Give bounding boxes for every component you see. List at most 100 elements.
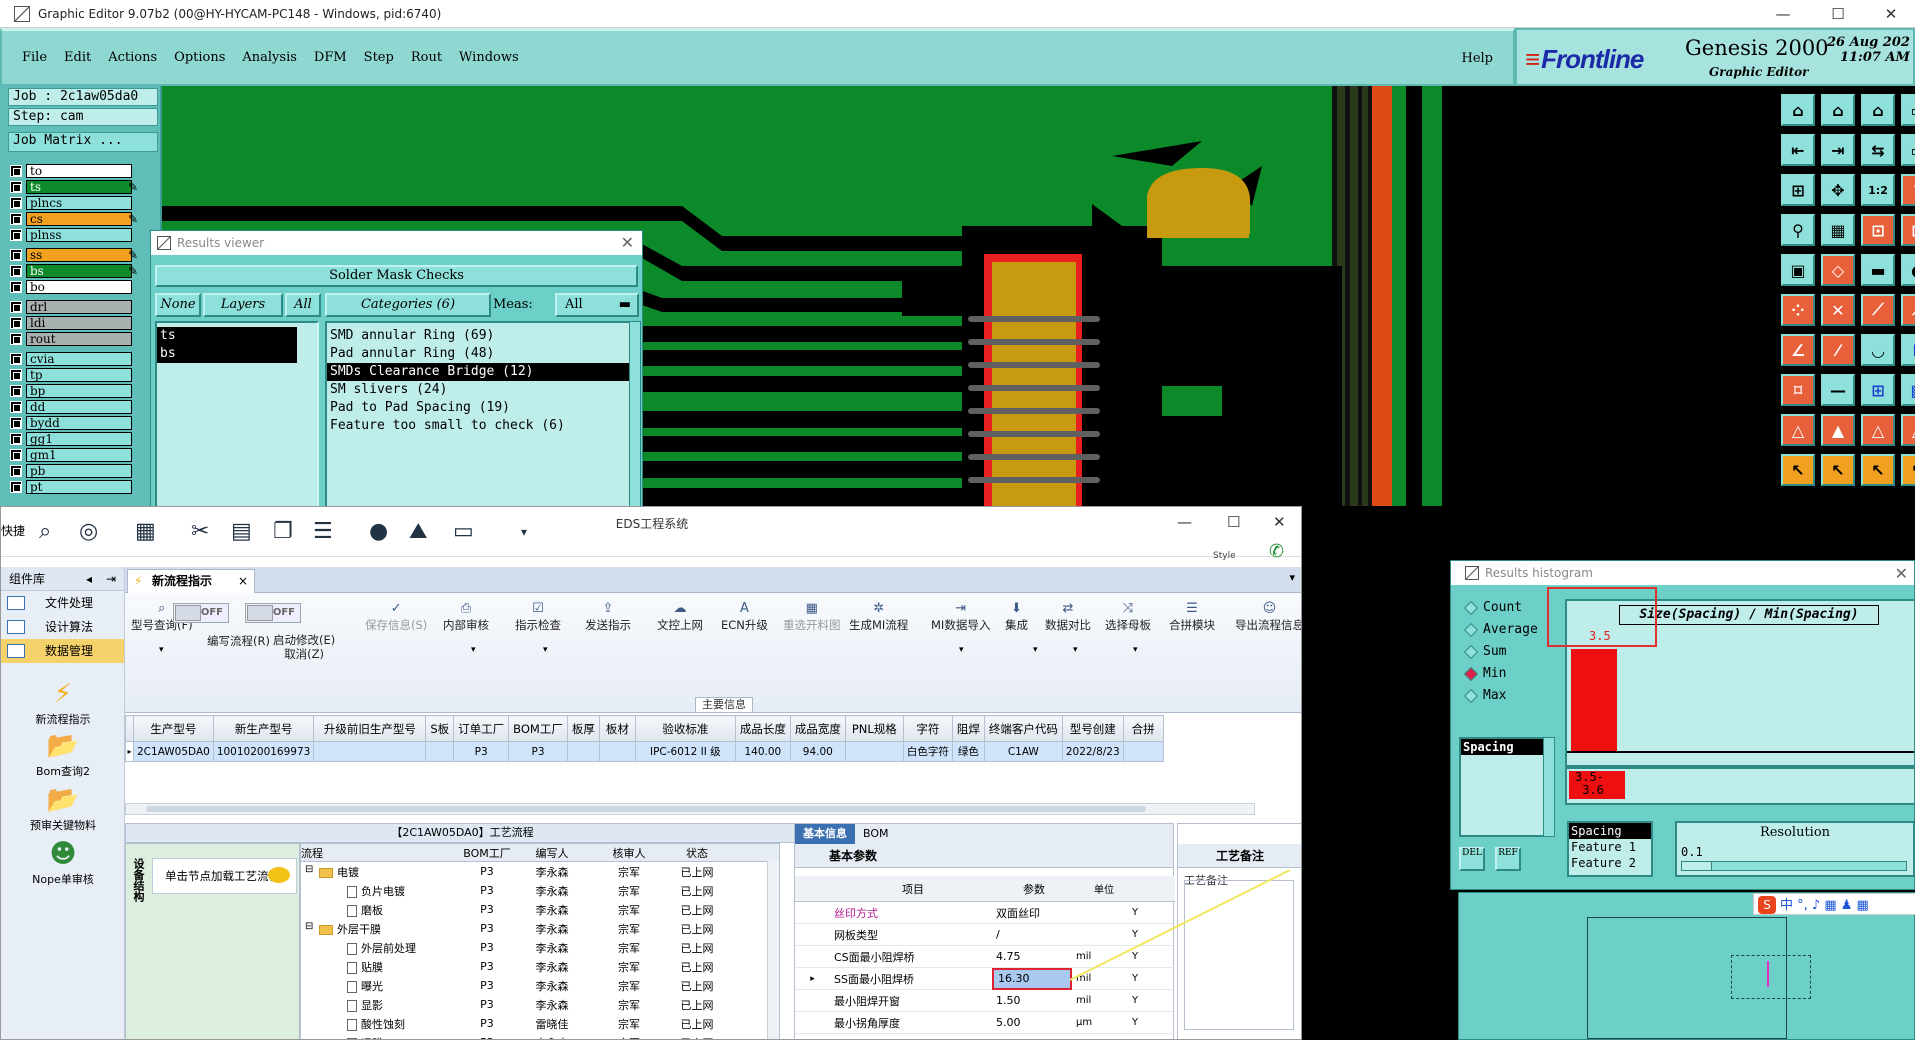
category-list[interactable]: SMD annular Ring (69) Pad annular Ring (4… xyxy=(325,321,635,521)
ribbon-button[interactable]: ⬇ 集成 xyxy=(1005,601,1028,633)
dot-icon[interactable]: ● xyxy=(1901,254,1915,286)
ribbon-button[interactable]: ⤨ 选择母板 xyxy=(1105,601,1151,633)
tab-close-icon[interactable]: × xyxy=(238,570,248,592)
fill-icon[interactable]: ▣ xyxy=(1781,254,1815,286)
dash-icon[interactable]: — xyxy=(1821,374,1855,406)
layer-item[interactable]: ss ✎ xyxy=(10,248,138,262)
slash-icon[interactable]: ⟋ xyxy=(1861,294,1895,326)
layer-name[interactable]: gg1 xyxy=(26,432,132,446)
menu-file[interactable]: File xyxy=(22,50,47,65)
layer-item[interactable]: bs ✎ xyxy=(10,264,138,278)
layer-name[interactable]: plncs xyxy=(26,196,132,210)
column-header[interactable]: BOM工厂 xyxy=(461,845,513,861)
house-icon[interactable]: ⌂ xyxy=(1861,94,1895,126)
measure-icon[interactable]: ⚲ xyxy=(1781,214,1815,246)
column-header[interactable]: 板厚 xyxy=(566,715,600,742)
move-icon[interactable]: ⌑ xyxy=(1781,374,1815,406)
ribbon-button[interactable]: ☑ 指示检查 xyxy=(515,601,561,633)
style-menu[interactable]: Style xyxy=(1213,551,1236,561)
layer-checkbox[interactable] xyxy=(10,249,22,261)
column-header[interactable]: 型号创建 xyxy=(1061,715,1124,742)
meas-dropdown[interactable]: All ▬ xyxy=(555,293,639,317)
minimize-button[interactable]: — xyxy=(1760,0,1806,28)
column-header[interactable]: 流程 xyxy=(301,845,461,861)
layer-name[interactable]: to xyxy=(26,164,132,178)
layer-checkbox[interactable] xyxy=(10,317,22,329)
layer-name[interactable]: drl xyxy=(26,300,132,314)
column-header[interactable]: 编写人 xyxy=(513,845,591,861)
stat-radio[interactable]: Average xyxy=(1465,621,1538,639)
ribbon-button[interactable]: ✓ 保存信息(S) xyxy=(365,601,427,633)
layer-item[interactable]: to xyxy=(10,164,132,178)
fit-right-icon[interactable]: ⇥ xyxy=(1821,134,1855,166)
ribbon-button[interactable]: ⇪ 发送指示 xyxy=(585,601,631,633)
table-row[interactable]: 最小拐角厚度 5.00 μm Y xyxy=(795,1012,1175,1034)
column-header[interactable]: 生产型号 xyxy=(133,715,214,742)
menu-step[interactable]: Step xyxy=(364,50,394,65)
snap-icon[interactable]: ⊡ xyxy=(1861,214,1895,246)
dropdown-icon[interactable]: ▾ xyxy=(543,645,548,655)
list-item[interactable]: bs xyxy=(157,345,297,363)
select3-icon[interactable]: ↖ xyxy=(1861,454,1895,486)
layers-button[interactable]: Layers xyxy=(203,293,283,317)
list-item[interactable]: Feature too small to check (6) xyxy=(327,417,633,435)
dropdown-icon[interactable]: ▾ xyxy=(1033,645,1038,655)
grid-scrollbar[interactable] xyxy=(125,803,1255,815)
column-header[interactable]: 订单工厂 xyxy=(453,715,510,742)
line-icon[interactable]: ▬ xyxy=(1861,254,1895,286)
layer-item[interactable]: cs ✎ xyxy=(10,212,138,226)
column-header[interactable]: 成品宽度 xyxy=(789,715,846,742)
window-icon[interactable]: ▭ xyxy=(1901,94,1915,126)
table-row[interactable]: 贴膜 P3 李永森 宗军 已上网 xyxy=(301,957,779,976)
eds-maximize-button[interactable]: ☐ xyxy=(1227,513,1240,531)
list-item[interactable]: SM slivers (24) xyxy=(327,381,633,399)
pattern-icon[interactable]: ▩ xyxy=(1901,374,1915,406)
job-matrix-button[interactable]: Job Matrix ... xyxy=(8,132,158,152)
layer-item[interactable]: pt xyxy=(10,480,132,494)
layer-checkbox[interactable] xyxy=(10,181,22,193)
column-header[interactable]: 新生产型号 xyxy=(212,715,315,742)
column-header[interactable]: PNL规格 xyxy=(844,715,904,742)
scale-icon[interactable]: 1:2 xyxy=(1861,174,1895,206)
menu-rout[interactable]: Rout xyxy=(411,50,442,65)
stat-radio[interactable]: Min xyxy=(1465,665,1506,683)
flow-hint[interactable]: 单击节点加载工艺流程 xyxy=(152,858,297,894)
layer-checkbox[interactable] xyxy=(10,301,22,313)
layer-result-list[interactable]: ts bs xyxy=(155,321,319,521)
close-icon[interactable]: ✕ xyxy=(1895,562,1908,586)
layer-checkbox[interactable] xyxy=(10,369,22,381)
list-item[interactable]: Pad annular Ring (48) xyxy=(327,345,633,363)
text-icon[interactable]: F xyxy=(1901,334,1915,366)
layer-checkbox[interactable] xyxy=(10,401,22,413)
menu-edit[interactable]: Edit xyxy=(64,50,91,65)
ribbon-button[interactable]: ⎙ 内部审核 xyxy=(443,601,489,633)
eds-minimize-button[interactable]: — xyxy=(1177,513,1192,531)
list-item[interactable]: Feature 1 xyxy=(1569,839,1651,855)
layer-checkbox[interactable] xyxy=(10,213,22,225)
preview-window[interactable] xyxy=(1731,955,1811,999)
eds-close-button[interactable]: ✕ xyxy=(1273,513,1286,531)
menu-windows[interactable]: Windows xyxy=(459,50,519,65)
layer-name[interactable]: tp xyxy=(26,368,132,382)
categories-button[interactable]: Categories (6) xyxy=(325,293,491,317)
dropdown-icon[interactable]: ▾ xyxy=(471,645,476,655)
column-header[interactable]: 状态 xyxy=(667,845,727,861)
layer-checkbox[interactable] xyxy=(10,165,22,177)
resolution-slider[interactable] xyxy=(1681,861,1907,871)
tab-bom[interactable]: BOM xyxy=(855,824,897,844)
column-header[interactable]: 合拼 xyxy=(1122,715,1164,742)
column-header[interactable]: 核审人 xyxy=(591,845,667,861)
layer-name[interactable]: gm1 xyxy=(26,448,132,462)
sidebar-prereview[interactable]: 📂 预审关键物料 xyxy=(1,785,125,833)
sidebar-nope-review[interactable]: ☻ Nope单审核 xyxy=(1,839,125,887)
layer-checkbox[interactable] xyxy=(10,385,22,397)
diagonal-icon[interactable]: ⁄ xyxy=(1821,334,1855,366)
layer-name[interactable]: pt xyxy=(26,480,132,494)
arrow-left-icon[interactable]: ◂ xyxy=(86,567,92,591)
fit-left-icon[interactable]: ⇤ xyxy=(1781,134,1815,166)
flow-scrollbar[interactable] xyxy=(767,861,779,1039)
pan-icon[interactable]: ✥ xyxy=(1821,174,1855,206)
list-item[interactable]: Spacing xyxy=(1569,823,1651,839)
slash2-icon[interactable]: ⟋ xyxy=(1901,294,1915,326)
select-icon[interactable]: ↖ xyxy=(1781,454,1815,486)
